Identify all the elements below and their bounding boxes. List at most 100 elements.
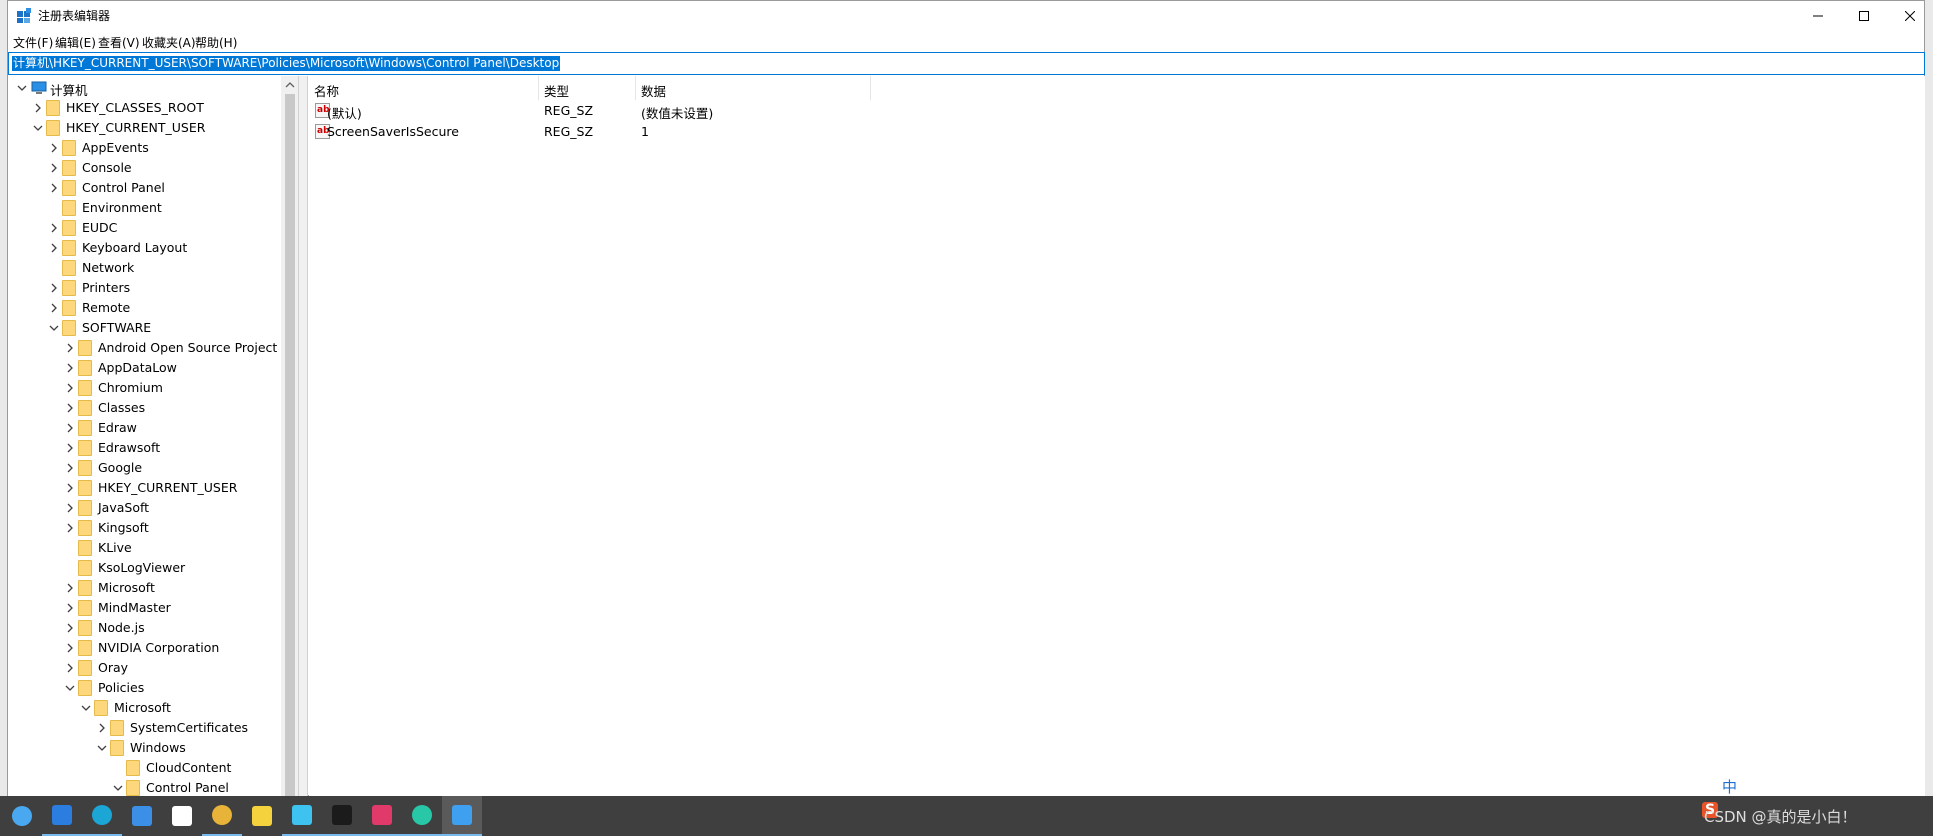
folder-icon: [78, 340, 92, 356]
pane-splitter[interactable]: [298, 76, 308, 797]
chevron-right-icon[interactable]: [64, 622, 76, 634]
chevron-right-icon[interactable]: [48, 242, 60, 254]
tree-node[interactable]: Classes: [8, 398, 281, 418]
chevron-right-icon[interactable]: [48, 162, 60, 174]
chevron-right-icon[interactable]: [64, 642, 76, 654]
tree-node[interactable]: Printers: [8, 278, 281, 298]
typora-icon[interactable]: [162, 796, 202, 836]
tree-node[interactable]: CloudContent: [8, 758, 281, 778]
chevron-right-icon[interactable]: [64, 522, 76, 534]
chevron-down-icon[interactable]: [32, 122, 44, 134]
tree-scrollbar[interactable]: [281, 76, 298, 797]
ime-mode[interactable]: 中: [1722, 776, 1737, 797]
tree-node[interactable]: Windows: [8, 738, 281, 758]
chevron-right-icon[interactable]: [64, 382, 76, 394]
search-tool-icon[interactable]: [282, 796, 322, 836]
chevron-down-icon[interactable]: [96, 742, 108, 754]
sticky-notes-icon[interactable]: [242, 796, 282, 836]
tree-node[interactable]: Policies: [8, 678, 281, 698]
column-type[interactable]: 类型: [539, 76, 636, 100]
qq-icon[interactable]: [2, 796, 42, 836]
tree-node[interactable]: JavaSoft: [8, 498, 281, 518]
tree-node[interactable]: Oray: [8, 658, 281, 678]
chrome-icon[interactable]: [202, 796, 242, 836]
tree-node[interactable]: Microsoft: [8, 578, 281, 598]
chevron-down-icon[interactable]: [16, 82, 28, 94]
tree-node[interactable]: 计算机: [8, 78, 281, 98]
tree-node[interactable]: Remote: [8, 298, 281, 318]
chevron-right-icon[interactable]: [64, 362, 76, 374]
tree-node[interactable]: Android Open Source Project: [8, 338, 281, 358]
address-text[interactable]: 计算机\HKEY_CURRENT_USER\SOFTWARE\Policies\…: [12, 56, 561, 71]
column-data[interactable]: 数据: [636, 76, 871, 100]
menu-view[interactable]: 查看(V): [98, 34, 140, 51]
chevron-down-icon[interactable]: [48, 322, 60, 334]
chevron-right-icon[interactable]: [48, 142, 60, 154]
tree-node[interactable]: Google: [8, 458, 281, 478]
address-bar[interactable]: 计算机\HKEY_CURRENT_USER\SOFTWARE\Policies\…: [8, 52, 1925, 75]
tree-node[interactable]: EUDC: [8, 218, 281, 238]
pycharm-icon[interactable]: [402, 796, 442, 836]
menu-help[interactable]: 帮助(H): [195, 34, 237, 51]
scroll-thumb[interactable]: [285, 94, 295, 797]
chevron-right-icon[interactable]: [64, 402, 76, 414]
tree-node[interactable]: Node.js: [8, 618, 281, 638]
menu-favorites[interactable]: 收藏夹(A): [142, 34, 196, 51]
vscode-icon[interactable]: [42, 796, 82, 836]
chevron-right-icon[interactable]: [96, 722, 108, 734]
regedit-icon[interactable]: [442, 796, 482, 836]
tree-node[interactable]: Chromium: [8, 378, 281, 398]
tree-node[interactable]: HKEY_CURRENT_USER: [8, 118, 281, 138]
chevron-right-icon[interactable]: [64, 582, 76, 594]
tree-node[interactable]: Edraw: [8, 418, 281, 438]
tree-node[interactable]: AppDataLow: [8, 358, 281, 378]
scroll-up-icon[interactable]: [285, 80, 295, 90]
tree-node[interactable]: Keyboard Layout: [8, 238, 281, 258]
tree-node[interactable]: KsoLogViewer: [8, 558, 281, 578]
chevron-right-icon[interactable]: [64, 662, 76, 674]
value-row[interactable]: ab ScreenSaverIsSecure REG_SZ 1: [309, 121, 1925, 142]
chevron-down-icon[interactable]: [64, 682, 76, 694]
tree-node[interactable]: KLive: [8, 538, 281, 558]
tree-node[interactable]: MindMaster: [8, 598, 281, 618]
tree-node[interactable]: Environment: [8, 198, 281, 218]
tree-node[interactable]: HKEY_CLASSES_ROOT: [8, 98, 281, 118]
tree-node[interactable]: HKEY_CURRENT_USER: [8, 478, 281, 498]
chevron-right-icon[interactable]: [64, 462, 76, 474]
menu-edit[interactable]: 编辑(E): [55, 34, 96, 51]
chevron-right-icon[interactable]: [48, 302, 60, 314]
tree-node[interactable]: Kingsoft: [8, 518, 281, 538]
chevron-right-icon[interactable]: [64, 342, 76, 354]
tree-node[interactable]: Control Panel: [8, 178, 281, 198]
column-name[interactable]: 名称: [309, 76, 539, 100]
tree-node[interactable]: SystemCertificates: [8, 718, 281, 738]
chevron-right-icon[interactable]: [64, 502, 76, 514]
chevron-down-icon[interactable]: [112, 782, 124, 794]
menu-file[interactable]: 文件(F): [13, 34, 53, 51]
chevron-right-icon[interactable]: [64, 422, 76, 434]
chevron-right-icon[interactable]: [48, 282, 60, 294]
chevron-right-icon[interactable]: [64, 442, 76, 454]
chevron-right-icon[interactable]: [48, 182, 60, 194]
tree-node[interactable]: Microsoft: [8, 698, 281, 718]
tree-node[interactable]: SOFTWARE: [8, 318, 281, 338]
mail-icon[interactable]: [122, 796, 162, 836]
vscode-icon-glyph: [52, 805, 72, 825]
tree-node[interactable]: Console: [8, 158, 281, 178]
tree-node[interactable]: NVIDIA Corporation: [8, 638, 281, 658]
tree-node[interactable]: AppEvents: [8, 138, 281, 158]
edge-icon[interactable]: [82, 796, 122, 836]
value-row[interactable]: ab (默认) REG_SZ (数值未设置): [309, 100, 1925, 121]
terminal-icon[interactable]: [322, 796, 362, 836]
tree-node[interactable]: Edrawsoft: [8, 438, 281, 458]
chevron-down-icon[interactable]: [80, 702, 92, 714]
maximize-button[interactable]: [1841, 1, 1887, 31]
tree-node[interactable]: Network: [8, 258, 281, 278]
minimize-button[interactable]: [1795, 1, 1841, 31]
chevron-right-icon[interactable]: [48, 222, 60, 234]
tree-node[interactable]: Control Panel: [8, 778, 281, 797]
chevron-right-icon[interactable]: [64, 602, 76, 614]
intellij-icon[interactable]: [362, 796, 402, 836]
chevron-right-icon[interactable]: [32, 102, 44, 114]
chevron-right-icon[interactable]: [64, 482, 76, 494]
